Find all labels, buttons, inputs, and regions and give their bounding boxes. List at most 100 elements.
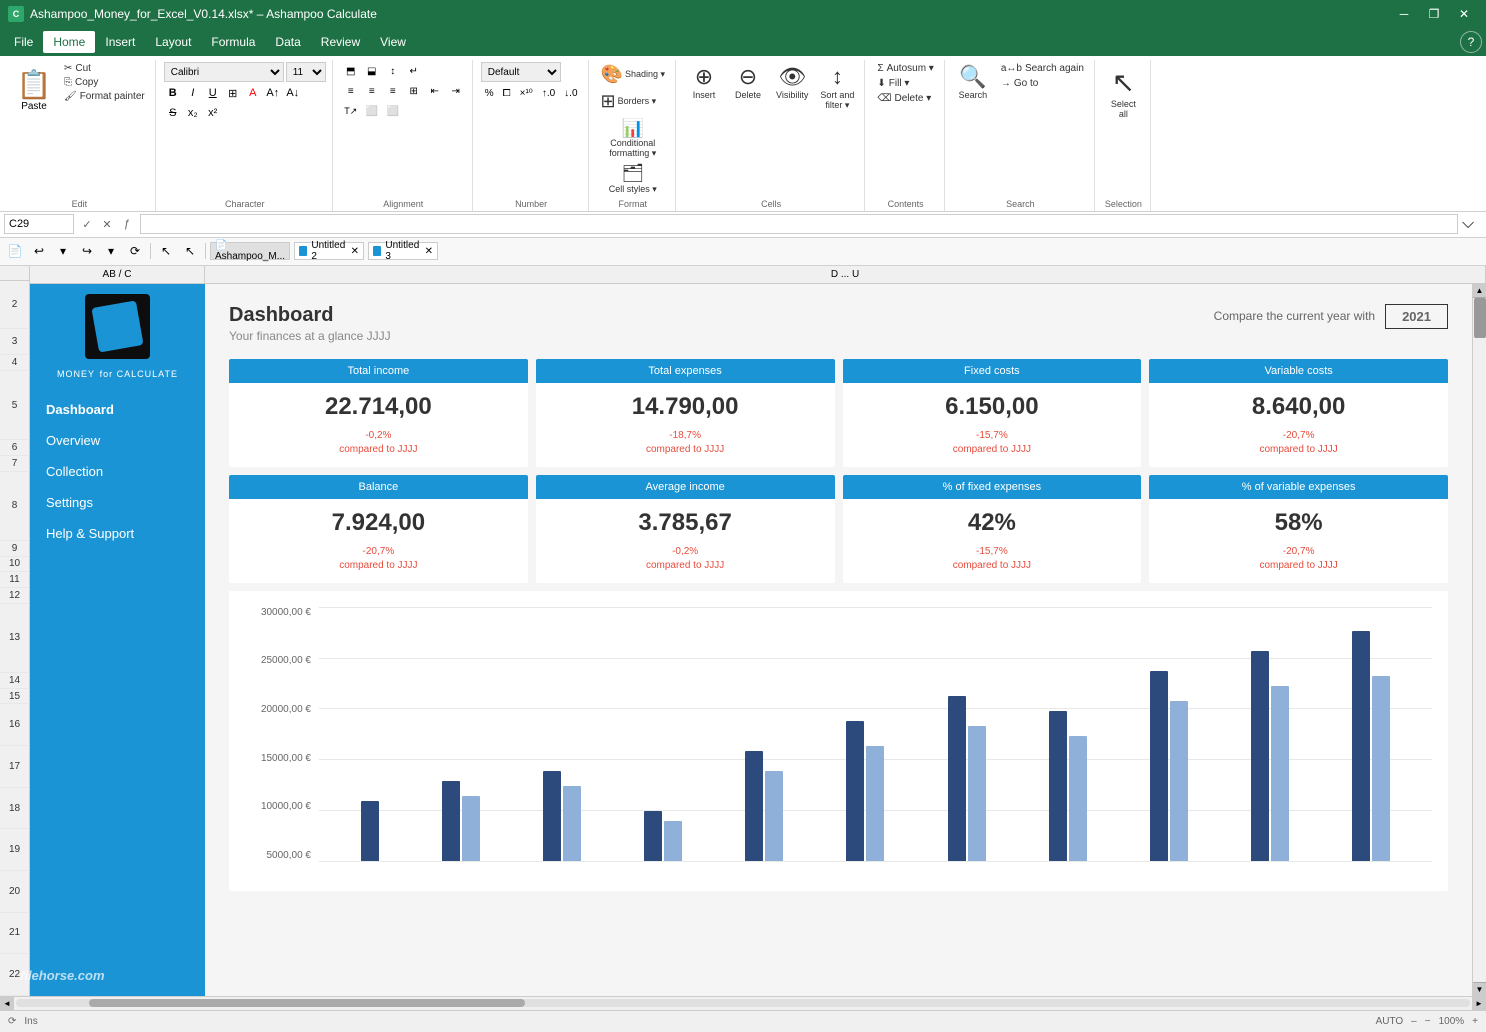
format-painter-button[interactable]: 🖌 Format painter (60, 90, 149, 103)
scroll-right-button[interactable]: ► (1472, 996, 1486, 1010)
minimize-button[interactable]: ─ (1390, 0, 1418, 28)
goto-button[interactable]: → Go to (997, 77, 1088, 90)
h-scroll-thumb[interactable] (89, 999, 525, 1007)
menu-data[interactable]: Data (265, 31, 310, 53)
stats-row-1: Total income 22.714,00 -0,2% compared to… (229, 359, 1448, 467)
scroll-down-button[interactable]: ▼ (1473, 982, 1486, 996)
undo-button[interactable]: ↩ (28, 240, 50, 262)
select-all-button[interactable]: ↖ Selectall (1103, 62, 1144, 122)
nav-item-help[interactable]: Help & Support (30, 518, 205, 549)
thousands-button[interactable]: ⧠ (499, 84, 515, 102)
menu-layout[interactable]: Layout (145, 31, 201, 53)
separator-1 (150, 243, 151, 259)
cell-styles-button[interactable]: 🗂 Cell styles ▾ (605, 161, 661, 197)
autosum-button[interactable]: Σ Autosum ▾ (873, 62, 937, 75)
close-button[interactable]: ✕ (1450, 0, 1478, 28)
help-button[interactable]: ? (1460, 31, 1482, 53)
subscript-button[interactable]: x₂ (184, 104, 202, 122)
superscript-button[interactable]: x² (204, 104, 222, 122)
align-justify-button[interactable]: ⬜ (362, 102, 382, 120)
sort-filter-button[interactable]: ↕ Sort andfilter ▾ (816, 62, 858, 113)
align-left-button[interactable]: ≡ (341, 82, 361, 100)
insert-cell-button[interactable]: ⊕ Insert (684, 62, 724, 102)
align-center-button[interactable]: ≡ (362, 82, 382, 100)
menu-review[interactable]: Review (311, 31, 370, 53)
align-right-button[interactable]: ≡ (383, 82, 403, 100)
nav-item-collection[interactable]: Collection (30, 456, 205, 487)
align-distribute-button[interactable]: ⬜ (383, 102, 403, 120)
number-format-select[interactable]: Default (481, 62, 561, 82)
shading-button[interactable]: 🎨 Shading ▾ (597, 62, 669, 87)
dec-inc-button[interactable]: ↑.0 (538, 84, 559, 102)
tab3-indicator[interactable]: Untitled 3 ✕ (368, 242, 438, 260)
font-size-inc-button[interactable]: A↑ (264, 84, 282, 102)
strikethrough-button[interactable]: S (164, 104, 182, 122)
dec-dec-button[interactable]: ↓.0 (560, 84, 581, 102)
align-top-center-button[interactable]: ⬓ (362, 62, 382, 80)
text-dir-button[interactable]: T↗ (341, 102, 361, 120)
cursor-button[interactable]: ↖ (155, 240, 177, 262)
formula-checkmark[interactable]: ✓ (78, 215, 96, 233)
row-21: 21 (0, 913, 29, 955)
border-button[interactable]: ⊞ (224, 84, 242, 102)
italic-button[interactable]: I (184, 84, 202, 102)
font-size-select[interactable]: 11 (286, 62, 326, 82)
cell-reference-input[interactable] (4, 214, 74, 234)
nav-item-dashboard[interactable]: Dashboard (30, 394, 205, 425)
new-button[interactable]: 📄 (4, 240, 26, 262)
redo-button[interactable]: ↪ (76, 240, 98, 262)
scroll-up-button[interactable]: ▲ (1473, 284, 1486, 298)
menu-home[interactable]: Home (43, 31, 95, 53)
scroll-left-button[interactable]: ◄ (0, 996, 14, 1010)
delete-cell-button[interactable]: ⊖ Delete (728, 62, 768, 102)
tab2-close[interactable]: ✕ (351, 246, 359, 257)
bar-light-3 (563, 786, 581, 861)
align-top-right-button[interactable]: ↕ (383, 62, 403, 80)
cursor2-button[interactable]: ↖ (179, 240, 201, 262)
menu-insert[interactable]: Insert (95, 31, 145, 53)
status-zoom-in[interactable]: + (1472, 1016, 1478, 1027)
menu-formula[interactable]: Formula (201, 31, 265, 53)
conditional-format-button[interactable]: 📊 Conditionalformatting ▾ (605, 116, 660, 161)
menu-view[interactable]: View (370, 31, 416, 53)
restore-button[interactable]: ❐ (1420, 0, 1448, 28)
undo-dropdown[interactable]: ▾ (52, 240, 74, 262)
redo-dropdown[interactable]: ▾ (100, 240, 122, 262)
auto-calc[interactable]: ⟳ (124, 240, 146, 262)
vertical-scrollbar[interactable]: ▲ ▼ (1472, 284, 1486, 996)
wrap-text-button[interactable]: ↵ (404, 62, 424, 80)
formula-equal[interactable]: ƒ (118, 215, 136, 233)
formula-expand[interactable]: ⌵ (1462, 215, 1482, 233)
font-color-button[interactable]: A (244, 84, 262, 102)
paste-button[interactable]: 📋 Paste (10, 62, 58, 118)
scientific-button[interactable]: ×¹⁰ (516, 84, 537, 102)
scroll-thumb[interactable] (1474, 298, 1486, 338)
nav-item-overview[interactable]: Overview (30, 425, 205, 456)
fill-button[interactable]: ⬇ Fill ▾ (873, 77, 937, 90)
visibility-button[interactable]: 👁 Visibility (772, 62, 812, 102)
cut-button[interactable]: ✂ Cut (60, 62, 149, 75)
formula-input[interactable] (140, 214, 1458, 234)
nav-item-settings[interactable]: Settings (30, 487, 205, 518)
copy-button[interactable]: ⎘ Copy (60, 76, 149, 89)
year-box[interactable]: 2021 (1385, 304, 1448, 329)
status-zoom-out[interactable]: − (1425, 1016, 1431, 1027)
row-15: 15 (0, 689, 29, 705)
tab2-indicator[interactable]: Untitled 2 ✕ (294, 242, 364, 260)
search-button[interactable]: 🔍 Search (953, 62, 993, 102)
delete-contents-button[interactable]: ⌫ Delete ▾ (873, 92, 937, 105)
font-family-select[interactable]: Calibri (164, 62, 284, 82)
bold-button[interactable]: B (164, 84, 182, 102)
underline-button[interactable]: U (204, 84, 222, 102)
merge-button[interactable]: ⊞ (404, 82, 424, 100)
indent-inc-button[interactable]: ⇥ (446, 82, 466, 100)
align-top-left-button[interactable]: ⬒ (341, 62, 361, 80)
tab3-close[interactable]: ✕ (425, 246, 433, 257)
menu-file[interactable]: File (4, 31, 43, 53)
search-again-button[interactable]: a↔b Search again (997, 62, 1088, 75)
borders-button[interactable]: ⊞ Borders ▾ (597, 89, 661, 114)
percent-button[interactable]: % (481, 84, 498, 102)
indent-dec-button[interactable]: ⇤ (425, 82, 445, 100)
font-size-dec-button[interactable]: A↓ (284, 84, 302, 102)
formula-cancel[interactable]: ✕ (98, 215, 116, 233)
